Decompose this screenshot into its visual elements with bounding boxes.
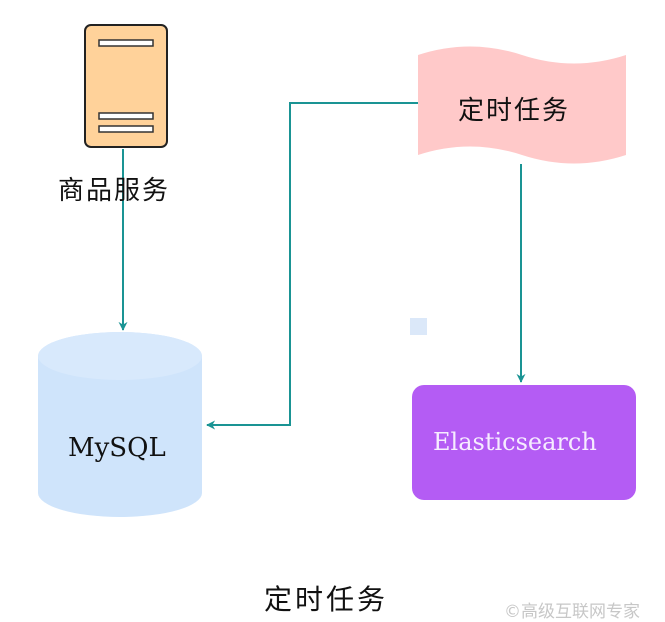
server-slot-middle	[98, 112, 154, 120]
server-node	[84, 24, 168, 148]
server-slot-top	[98, 39, 154, 47]
server-label: 商品服务	[58, 176, 171, 206]
mysql-node	[38, 332, 202, 517]
database-top-ellipse	[38, 332, 202, 380]
server-slot-bottom	[98, 125, 154, 133]
cron-label: 定时任务	[458, 96, 571, 126]
diagram-caption: 定时任务	[264, 583, 389, 616]
edge-cron-to-mysql	[206, 102, 418, 430]
small-square-marker	[410, 318, 427, 335]
mysql-label: MySQL	[68, 433, 166, 463]
watermark: ©高级互联网专家	[504, 602, 640, 622]
elasticsearch-label: Elasticsearch	[433, 428, 597, 456]
